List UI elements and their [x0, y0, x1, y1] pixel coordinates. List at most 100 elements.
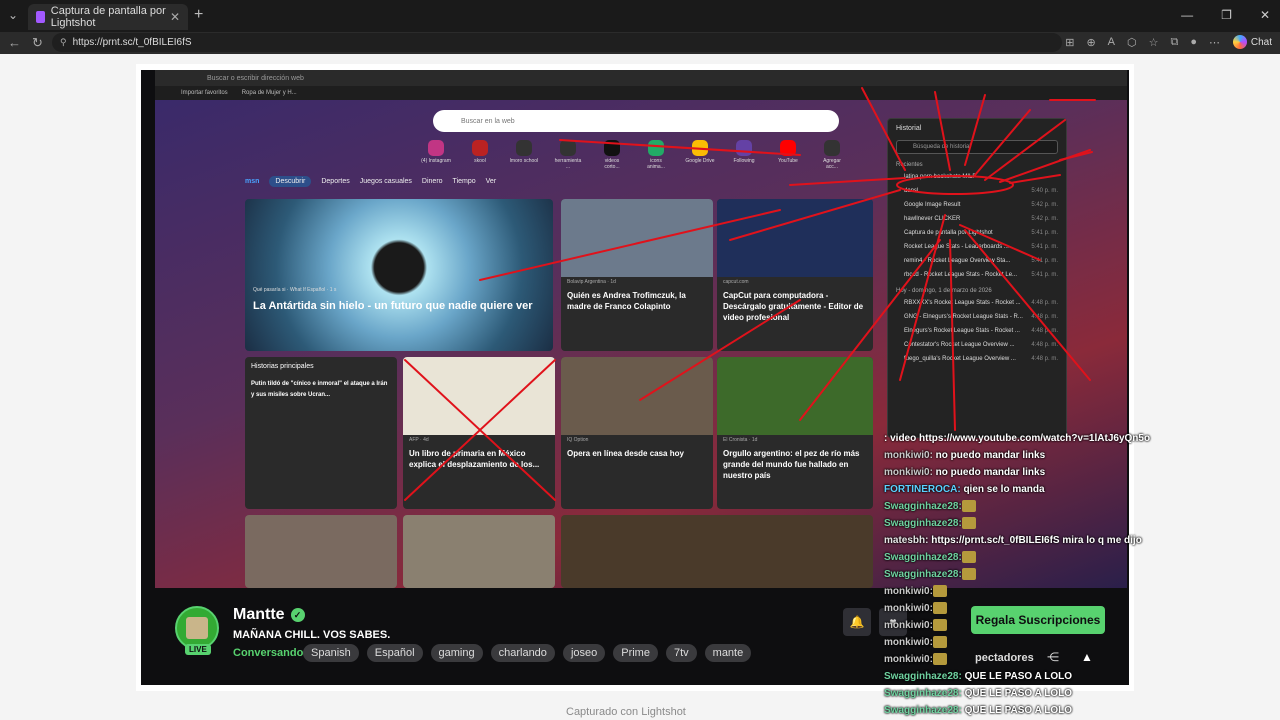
history-row-time: 4:48 p. m. [1031, 356, 1058, 362]
history-row-time: 5:41 p. m. [1031, 244, 1058, 250]
history-row: Contestator's Rocket League Overview ...… [888, 338, 1066, 352]
hero-title: La Antártida sin hielo - un futuro que n… [253, 300, 533, 312]
close-window-icon[interactable]: ✕ [1260, 8, 1270, 22]
hero-card: Qué pasaría si · What If Español · 1 s L… [245, 199, 553, 351]
channel-name-row: Mantte ✓ [233, 606, 305, 624]
stream-category: Conversando [233, 647, 304, 659]
msn-nav-item: Ver [485, 178, 497, 185]
quick-link: Google Drive [685, 140, 715, 170]
chat-text: qien se lo manda [960, 484, 1045, 495]
emote-icon [932, 585, 947, 598]
copilot-icon [1232, 35, 1247, 49]
favorite-item: Ropa de Mujer y H... [241, 90, 297, 96]
tab-active[interactable]: Captura de pantalla por Lightshot ✕ [28, 4, 188, 30]
verified-icon: ✓ [290, 608, 305, 622]
tag-list: Spanish Español gaming charlando joseo Prime 7… [303, 644, 752, 662]
back-icon[interactable]: ← [8, 35, 21, 50]
chat-username: monkiwi0: [884, 654, 933, 665]
inner-address-bar: Buscar o escribir dirección web [155, 70, 1127, 86]
news-card: capcut.com CapCut para computadora - Des… [717, 199, 873, 351]
history-row: dansl 5:40 p. m. [888, 184, 1066, 198]
chat-username: Swagginhaze28: [884, 501, 962, 512]
more-icon[interactable]: ⋯ [1209, 36, 1220, 49]
history-row: Rocket League Stats - Leaderboards ... 5:… [888, 240, 1066, 254]
history-row-time: 4:48 p. m. [1031, 314, 1058, 320]
chat-message: Swagginhaze28: QUE LE PASO A LOLO [884, 668, 1214, 685]
maximize-icon[interactable]: ❐ [1221, 8, 1232, 22]
history-section: Recientes [896, 162, 923, 168]
history-row: rbccd - Rocket League Stats - Rocket Le.… [888, 268, 1066, 282]
chat-message: Swagginhaze28: [884, 498, 1214, 515]
history-panel: Historial Búsqueda de historial Reciente… [887, 118, 1067, 438]
chat-message: : video https://www.youtube.com/watch?v=… [884, 430, 1214, 447]
chat-text: : video https://www.youtube.com/watch?v=… [884, 433, 1151, 444]
emote-icon [932, 636, 947, 649]
zoom-icon[interactable]: ⊕ [1086, 36, 1095, 49]
history-row-time: 5:41 p. m. [1031, 258, 1058, 264]
favorites-icon[interactable]: ☆ [1149, 36, 1159, 49]
emote-icon [961, 568, 976, 581]
history-row-title: Elnegurs's Rocket League Stats - Rocket … [904, 328, 1020, 334]
history-row-title: fuego_quilla's Rocket League Overview ..… [904, 356, 1016, 362]
tab-actions-icon[interactable]: ⌄ [8, 8, 18, 22]
history-row-title: hawllnever CLICKER [904, 216, 961, 222]
msn-logo: msn [245, 178, 260, 185]
history-row: remin4 - Rocket League Overview Sta... 5:… [888, 254, 1066, 268]
history-row-time: 4:48 p. m. [1031, 342, 1058, 348]
site-info-icon[interactable]: ⚲ [60, 37, 67, 48]
chat-username: monkiwi0: [884, 467, 933, 478]
history-row: GNG - Elnegurs's Rocket League Stats - R… [888, 310, 1066, 324]
history-row-title: Captura de pantalla por Lightshot [904, 230, 993, 236]
extensions-icon[interactable]: ⬡ [1127, 36, 1137, 49]
history-row-title: dansl [904, 188, 919, 194]
chat-message: Swagginhaze28: [884, 549, 1214, 566]
chat-username: monkiwi0: [884, 637, 933, 648]
live-badge: LIVE [185, 644, 211, 655]
lightshot-caption: Capturado con Lightshot [566, 706, 686, 718]
news-card: El Cronista · 1d Orgullo argentino: el p… [717, 357, 873, 509]
chat-overlay: : video https://www.youtube.com/watch?v=… [884, 430, 1214, 719]
msn-nav-item: Tiempo [452, 178, 476, 185]
copilot-button[interactable]: Chat [1232, 35, 1272, 49]
chat-message: monkiwi0: [884, 583, 1214, 600]
history-row: hawllnever CLICKER 5:42 p. m. [888, 212, 1066, 226]
history-row-time: 5:42 p. m. [1031, 216, 1058, 222]
url-field[interactable]: ⚲ https://prnt.sc/t_0fBILEI6fS [52, 33, 1062, 52]
msn-nav-item: Dinero [421, 178, 443, 185]
chat-username: Swagginhaze28: [884, 688, 962, 699]
history-row: latina porn backshots MILF [888, 170, 1066, 184]
chat-username: Swagginhaze28: [884, 569, 962, 580]
news-card: IQ Option Opera en línea desde casa hoy [561, 357, 713, 509]
stream-tag: Prime [613, 644, 658, 662]
news-card-image [245, 515, 397, 588]
chat-message: matesbh: https://prnt.sc/t_0fBILEI6fS mi… [884, 532, 1214, 549]
history-row-title: GNG - Elnegurs's Rocket League Stats - R… [904, 314, 1023, 320]
chat-message: Swagginhaze28: QUE LE PASO A LOLO [884, 685, 1214, 702]
history-row-time: 5:41 p. m. [1031, 272, 1058, 278]
new-tab-icon[interactable]: + [194, 6, 203, 24]
chat-message: monkiwi0: [884, 651, 1214, 668]
profile-icon[interactable]: ● [1190, 36, 1197, 49]
chat-text: QUE LE PASO A LOLO [961, 705, 1073, 716]
quick-link: Following [729, 140, 759, 170]
history-row-title: rbccd - Rocket League Stats - Rocket Le.… [904, 272, 1018, 278]
app-icon[interactable]: ⊞ [1065, 36, 1074, 49]
chat-username: Swagginhaze28: [884, 671, 962, 682]
chat-text: QUE LE PASO A LOLO [961, 688, 1073, 699]
collections-icon[interactable]: ⧉ [1170, 36, 1178, 49]
quick-links: (4) Instagram skool lmoro school herrami… [421, 140, 847, 170]
minimize-icon[interactable]: — [1181, 8, 1193, 22]
read-aloud-icon[interactable]: A [1108, 36, 1115, 49]
history-row-title: Contestator's Rocket League Overview ... [904, 342, 1015, 348]
chat-message: FORTINEROCA: qien se lo manda [884, 481, 1214, 498]
stream-tag: mante [704, 644, 752, 662]
quick-link: icons anima... [641, 140, 671, 170]
emote-icon [932, 653, 947, 666]
refresh-icon[interactable]: ↻ [32, 35, 43, 51]
notification-bell-icon: 🔔 [843, 608, 871, 636]
quick-link: lmoro school [509, 140, 539, 170]
history-row-title: Rocket League Stats - Leaderboards ... [904, 244, 1009, 250]
close-tab-icon[interactable]: ✕ [170, 10, 180, 24]
channel-name: Mantte [233, 606, 285, 623]
history-row-title: latina porn backshots MILF [904, 174, 977, 180]
